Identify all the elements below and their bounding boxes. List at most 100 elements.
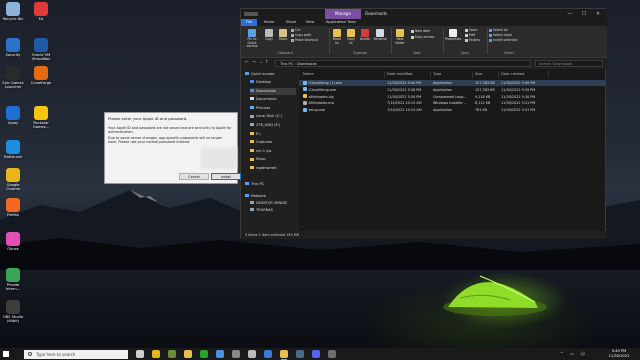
cancel-button[interactable]: Cancel (179, 173, 209, 180)
desktop-icon[interactable]: CurseForge (28, 66, 54, 85)
recent-chevron-icon[interactable]: ⌄ (259, 60, 263, 65)
desktop-icon[interactable]: iTunes (0, 232, 26, 251)
photos-icon[interactable] (264, 350, 272, 358)
tab-application-tools[interactable]: Application Tools (321, 19, 361, 26)
desktop-icon[interactable]: Rockstar Games... (28, 106, 54, 129)
up-arrow-icon[interactable]: ↑ (265, 60, 269, 65)
install-button[interactable]: Install (211, 173, 241, 180)
copy-to-button[interactable]: Copy to (345, 29, 357, 45)
forward-arrow-icon[interactable]: → (252, 60, 256, 65)
file-row[interactable]: iCloudSetup (1).exe 11/30/2022 5:40 PM App… (299, 80, 605, 86)
column-header-name[interactable]: Name (301, 71, 385, 78)
manage-context-tab[interactable]: Manage (325, 9, 361, 19)
rename-button[interactable]: Rename (373, 29, 387, 42)
desktop-icon[interactable]: Uplay (0, 106, 26, 125)
tab-share[interactable]: Share (281, 19, 301, 26)
column-header-type[interactable]: Type (431, 71, 473, 78)
maximize-button[interactable]: ☐ (577, 9, 591, 19)
paste-shortcut-button[interactable]: Paste shortcut (291, 38, 318, 42)
nav-network[interactable]: Network (245, 193, 297, 200)
nav-quick-access[interactable]: Quick access (245, 71, 297, 78)
task-view-icon[interactable] (136, 350, 144, 358)
select-none-button[interactable]: Select none (489, 33, 512, 37)
store-icon[interactable] (216, 350, 224, 358)
steam-icon[interactable] (296, 350, 304, 358)
nav-item[interactable]: rqpbnwired (250, 165, 296, 172)
file-row[interactable]: AMinstaller.msi 7/14/2022 10:15 AM Windows… (299, 100, 605, 106)
desktop-icon[interactable]: Epic Games Launcher (0, 66, 26, 89)
minimize-button[interactable]: — (563, 9, 577, 19)
nav-item[interactable]: Music (250, 156, 296, 163)
xbox-icon[interactable] (200, 350, 208, 358)
paste-button[interactable]: Paste (277, 29, 289, 42)
nav-item[interactable]: 2TB_HDD (E:) (250, 122, 296, 129)
desktop-icon[interactable]: EA (28, 2, 54, 21)
file-explorer-window[interactable]: Manage Downloads — ☐ ✕ File Home Share V… (240, 8, 607, 239)
tab-view[interactable]: View (301, 19, 319, 26)
address-field[interactable]: This PC › Downloads (275, 60, 531, 67)
nav-item[interactable]: Captures (250, 139, 296, 146)
obs-icon[interactable] (232, 350, 240, 358)
invert-selection-button[interactable]: Invert selection (489, 38, 518, 42)
desktop-icon[interactable]: Oracle VM VirtualBox (28, 38, 54, 61)
desktop-icon[interactable]: Firefox (0, 198, 26, 217)
open-button[interactable]: Open (465, 28, 478, 32)
desktop-icon[interactable]: Security (0, 38, 26, 57)
file-explorer-icon[interactable] (184, 350, 192, 358)
discord-icon[interactable] (312, 350, 320, 358)
column-header-date-modified[interactable]: Date modified (385, 71, 431, 78)
pin-quick-access-button[interactable]: Pin to Quick access (243, 29, 261, 49)
nav-item[interactable]: Local Disk (C:) (250, 113, 296, 120)
tab-file[interactable]: File (241, 19, 257, 26)
close-button[interactable]: ✕ (591, 9, 605, 19)
quick-access-toolbar[interactable] (244, 12, 258, 16)
nav-item[interactable]: vm 1 ips (250, 148, 296, 155)
taskbar-clock[interactable]: 5:40 PM 11/30/2022 (601, 349, 637, 359)
move-to-button[interactable]: Move to (331, 29, 343, 45)
select-all-button[interactable]: Select all (489, 28, 508, 32)
desktop-icon[interactable]: Battle.net (0, 140, 26, 159)
minecraft-icon[interactable] (168, 350, 176, 358)
start-button[interactable] (3, 351, 9, 357)
nav-network-item[interactable]: TRUENAS (250, 207, 302, 214)
terminal-icon[interactable] (328, 350, 336, 358)
nav-this-pc[interactable]: This PC (245, 181, 297, 188)
file-row[interactable]: iCloudSetup.exe 11/30/2022 5:38 PM Applica… (299, 87, 605, 93)
nav-item[interactable]: Pictures (250, 105, 296, 112)
nav-network-item[interactable]: DESKTOP-VRNDIE (250, 200, 302, 207)
copy-path-button[interactable]: Copy path (291, 33, 311, 37)
settings-icon[interactable] (248, 350, 256, 358)
desktop-icon[interactable]: Google Chrome (0, 168, 26, 191)
taskbar-search-box[interactable]: Type here to search (24, 349, 128, 359)
volume-icon[interactable]: ◁) (580, 351, 585, 356)
copy-button[interactable]: Copy (263, 29, 275, 42)
file-row[interactable]: alltrinkadm.zip 11/30/2022 5:30 PM Compres… (299, 94, 605, 100)
nav-item[interactable]: E:\ (250, 131, 296, 138)
edit-button[interactable]: Edit (465, 33, 475, 37)
new-item-button[interactable]: New item (411, 29, 430, 33)
column-header-date-created[interactable]: Date created (499, 71, 549, 78)
tab-home[interactable]: Home (259, 19, 279, 26)
properties-button[interactable]: Properties (445, 29, 461, 42)
history-button[interactable]: History (465, 38, 480, 42)
explorer-active-icon[interactable] (280, 350, 288, 360)
tray-chevron-icon[interactable]: ^ (560, 351, 563, 356)
search-input[interactable]: Search Downloads (535, 60, 603, 67)
apple-id-dialog[interactable]: Please enter your Apple ID and password.… (104, 112, 241, 184)
file-row[interactable]: setup.exe 7/14/2022 10:14 AM Application 78… (299, 107, 605, 113)
chrome-icon[interactable] (152, 350, 160, 358)
network-tray-icon[interactable]: ▭ (570, 351, 574, 356)
nav-item[interactable]: Documents (250, 96, 296, 103)
cut-button[interactable]: Cut (291, 28, 301, 32)
desktop-icon[interactable]: OBS Studio (64bit) (0, 300, 26, 323)
desktop-icon[interactable]: Recycle Bin (0, 2, 26, 21)
nav-item[interactable]: Desktop (250, 79, 296, 86)
new-folder-button[interactable]: New folder (393, 29, 407, 45)
delete-button[interactable]: Delete (359, 29, 371, 42)
nav-item[interactable]: Downloads (250, 87, 296, 95)
easy-access-button[interactable]: Easy access (411, 35, 434, 39)
back-arrow-icon[interactable]: ← (245, 60, 249, 65)
title-bar[interactable]: Manage Downloads — ☐ ✕ (241, 9, 607, 19)
column-header-size[interactable]: Size (473, 71, 499, 78)
desktop-icon[interactable]: Private Intern... (0, 268, 26, 291)
